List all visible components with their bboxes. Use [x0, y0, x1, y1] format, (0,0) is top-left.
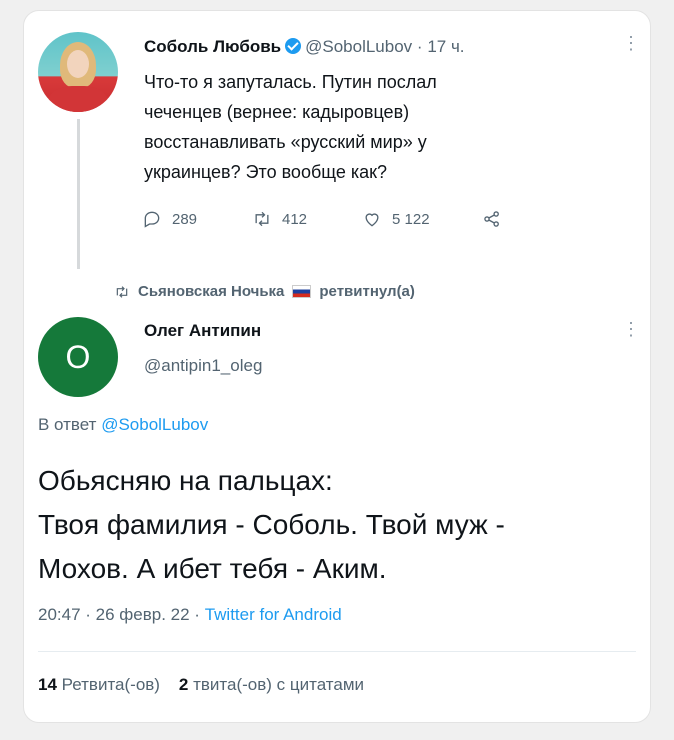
tweet-source[interactable]: Twitter for Android: [205, 605, 342, 624]
thread-line: [77, 119, 80, 269]
author-handle[interactable]: @SobolLubov: [305, 37, 412, 56]
reply-to-link[interactable]: @SobolLubov: [101, 415, 208, 434]
reply-prefix: В ответ: [38, 415, 97, 434]
quote-label: твита(-ов) с цитатами: [193, 675, 365, 694]
reply-icon: [144, 211, 160, 228]
retweet-count: 14: [38, 675, 57, 694]
retweet-count: 412: [282, 210, 308, 228]
retweet-action: ретвитнул(а): [319, 283, 415, 300]
russia-flag-icon: [292, 285, 312, 298]
author-name[interactable]: Олег Антипин: [144, 321, 261, 341]
like-count: 5 122: [392, 210, 430, 228]
retweeter-name[interactable]: Сьяновская Ночька: [138, 283, 284, 300]
retweets-stat[interactable]: 14 Ретвита(-ов): [38, 675, 160, 694]
reply-context: В ответ @SobolLubov: [38, 415, 208, 435]
retweet-label: Ретвита(-ов): [61, 675, 160, 694]
avatar[interactable]: O: [38, 317, 118, 397]
more-icon[interactable]: ⋮: [622, 33, 640, 54]
retweet-button[interactable]: 412: [252, 209, 307, 229]
quote-count: 2: [178, 675, 189, 694]
reply-count: 289: [172, 210, 198, 228]
more-icon[interactable]: ⋮: [622, 319, 640, 340]
avatar[interactable]: [38, 32, 118, 112]
tweet-card: Соболь Любовь @SobolLubov · 17 ч. ⋮ Что-т…: [23, 10, 651, 723]
retweet-icon: [255, 211, 269, 227]
tweet-text: Обьясняю на пальцах: Твоя фамилия - Собо…: [38, 465, 505, 584]
share-icon: [484, 211, 499, 227]
quotes-stat[interactable]: 2 твита(-ов) с цитатами: [179, 675, 364, 694]
tweet-actions: 289 412 5 122: [142, 209, 582, 235]
heart-icon: [365, 213, 379, 227]
tweet-time[interactable]: 17 ч.: [427, 37, 464, 56]
avatar-face: [67, 50, 89, 78]
share-button[interactable]: [482, 209, 502, 229]
tweet-meta: 20:47 · 26 февр. 22 · Twitter for Androi…: [38, 605, 342, 625]
divider: [38, 651, 636, 652]
separator: ·: [416, 37, 423, 56]
verified-badge-icon: [285, 38, 302, 54]
avatar-body: [48, 86, 108, 112]
tweet-timestamp[interactable]: 20:47 · 26 февр. 22 ·: [38, 605, 200, 624]
author-name[interactable]: Соболь Любовь: [144, 37, 281, 56]
retweet-banner: Сьяновская Ночька ретвитнул(а): [114, 283, 415, 300]
tweet-stats: 14 Ретвита(-ов) 2 твита(-ов) с цитатами: [38, 675, 364, 695]
reply-button[interactable]: 289: [142, 209, 197, 229]
tweet-text: Что-то я запуталась. Путин послал чеченц…: [144, 72, 437, 182]
retweet-icon: [116, 285, 128, 298]
author-handle[interactable]: @antipin1_oleg: [144, 356, 262, 376]
tweet-header: Соболь Любовь @SobolLubov · 17 ч.: [144, 37, 465, 57]
like-button[interactable]: 5 122: [362, 209, 430, 229]
